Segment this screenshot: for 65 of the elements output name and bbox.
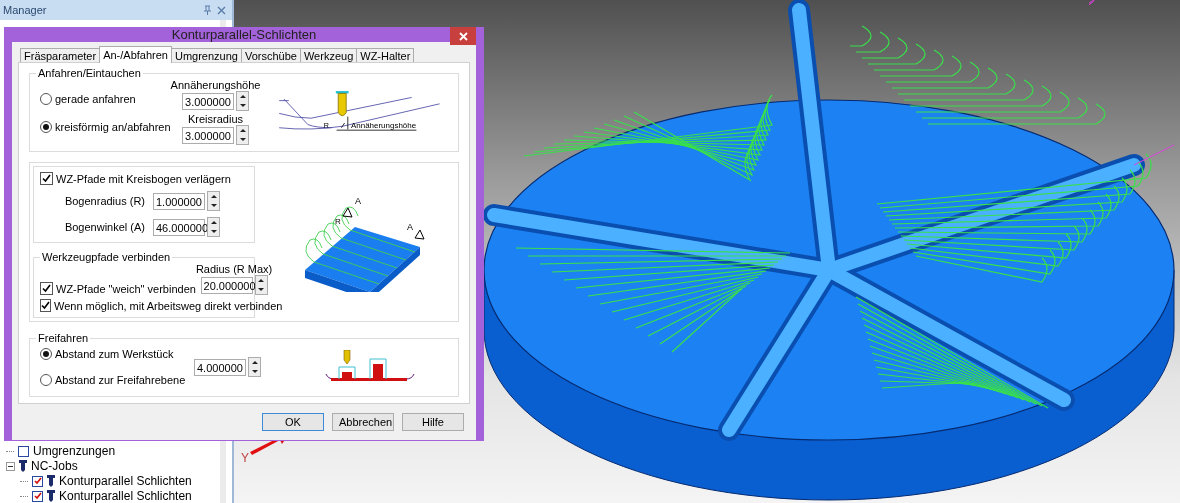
panel-title: Manager: [3, 4, 48, 16]
diagram-label: Annäherungshöhe: [351, 120, 417, 130]
field-label: Bogenwinkel (A): [63, 221, 145, 233]
field-label: Annäherungshöhe: [170, 79, 261, 91]
option-label[interactable]: Abstand zum Werkstück: [55, 348, 174, 360]
close-icon: [458, 31, 468, 41]
number-field[interactable]: 46.000000: [153, 218, 205, 236]
diagram-label: A: [407, 222, 413, 232]
tab[interactable]: Fräsparameter: [20, 48, 101, 62]
radio-button[interactable]: [40, 93, 52, 105]
tool-icon: [19, 460, 27, 472]
axis-label: Y: [241, 451, 249, 465]
tab[interactable]: WZ-Halter: [356, 48, 415, 62]
checkbox[interactable]: [40, 299, 51, 312]
spin-button[interactable]: [236, 91, 249, 111]
number-field[interactable]: 3.000000: [182, 92, 234, 110]
field-label: Radius (R Max): [195, 263, 273, 275]
checkbox-label[interactable]: Wenn möglich, mit Arbeitsweg direkt verbinden: [54, 299, 283, 312]
spin-button[interactable]: [207, 191, 220, 211]
checkbox[interactable]: [40, 282, 53, 295]
group-title: Freifahren: [37, 332, 90, 344]
diagram-label: A: [355, 196, 361, 206]
tree-checkbox[interactable]: [32, 490, 43, 502]
checkbox-label[interactable]: WZ-Pfade "weich" verbinden: [56, 282, 196, 295]
field-label: Bogenradius (R): [63, 195, 145, 207]
radio-button[interactable]: [40, 121, 52, 133]
number-field[interactable]: 20.000000: [200, 276, 253, 294]
tool-icon: [47, 475, 55, 487]
tree-item[interactable]: Konturparallel Schlichten: [59, 489, 192, 503]
collapse-icon[interactable]: [6, 461, 15, 471]
tab[interactable]: Werkzeug: [299, 48, 358, 62]
pin-icon[interactable]: [203, 5, 212, 15]
dialog-button[interactable]: Abbrechen: [332, 413, 394, 431]
checkbox[interactable]: [40, 172, 53, 185]
close-button[interactable]: [450, 27, 476, 45]
spin-button[interactable]: [236, 125, 249, 145]
spin-button[interactable]: [207, 217, 220, 237]
number-field[interactable]: 1.000000: [153, 192, 205, 210]
number-field[interactable]: 4.000000: [194, 358, 246, 376]
field-label: Kreisradius: [188, 113, 244, 125]
spin-button[interactable]: [254, 275, 268, 295]
spin-button[interactable]: [248, 357, 261, 377]
option-label[interactable]: Abstand zur Freifahrebene: [55, 374, 186, 386]
tab[interactable]: Vorschübe: [240, 48, 301, 62]
tree-item[interactable]: Konturparallel Schlichten: [59, 474, 192, 488]
group-title: Werkzeugpfade verbinden: [41, 251, 172, 263]
dialog-button[interactable]: Hilfe: [402, 413, 464, 431]
close-icon[interactable]: [217, 5, 226, 15]
radio-button[interactable]: [40, 348, 52, 360]
tree-item[interactable]: NC-Jobs: [31, 459, 78, 473]
number-field[interactable]: 3.000000: [182, 126, 234, 144]
tab[interactable]: An-/Abfahren: [99, 46, 172, 63]
group-title: Anfahren/Eintauchen: [37, 67, 142, 79]
option-label[interactable]: gerade anfahren: [55, 93, 136, 105]
checkbox-label[interactable]: WZ-Pfade mit Kreisbogen verlägern: [56, 172, 231, 185]
dialog-button[interactable]: OK: [262, 413, 324, 431]
tree-item[interactable]: Umgrenzungen: [33, 444, 116, 458]
tab[interactable]: Umgrenzung: [170, 48, 242, 62]
option-label[interactable]: kreisförmig an/abfahren: [55, 121, 171, 133]
tool-icon: [47, 490, 55, 502]
window-title: Konturparallel-Schlichten: [171, 27, 317, 42]
diagram-label: R: [335, 217, 341, 226]
tree-checkbox[interactable]: [18, 445, 29, 457]
radio-button[interactable]: [40, 374, 52, 386]
tree-checkbox[interactable]: [32, 475, 43, 487]
